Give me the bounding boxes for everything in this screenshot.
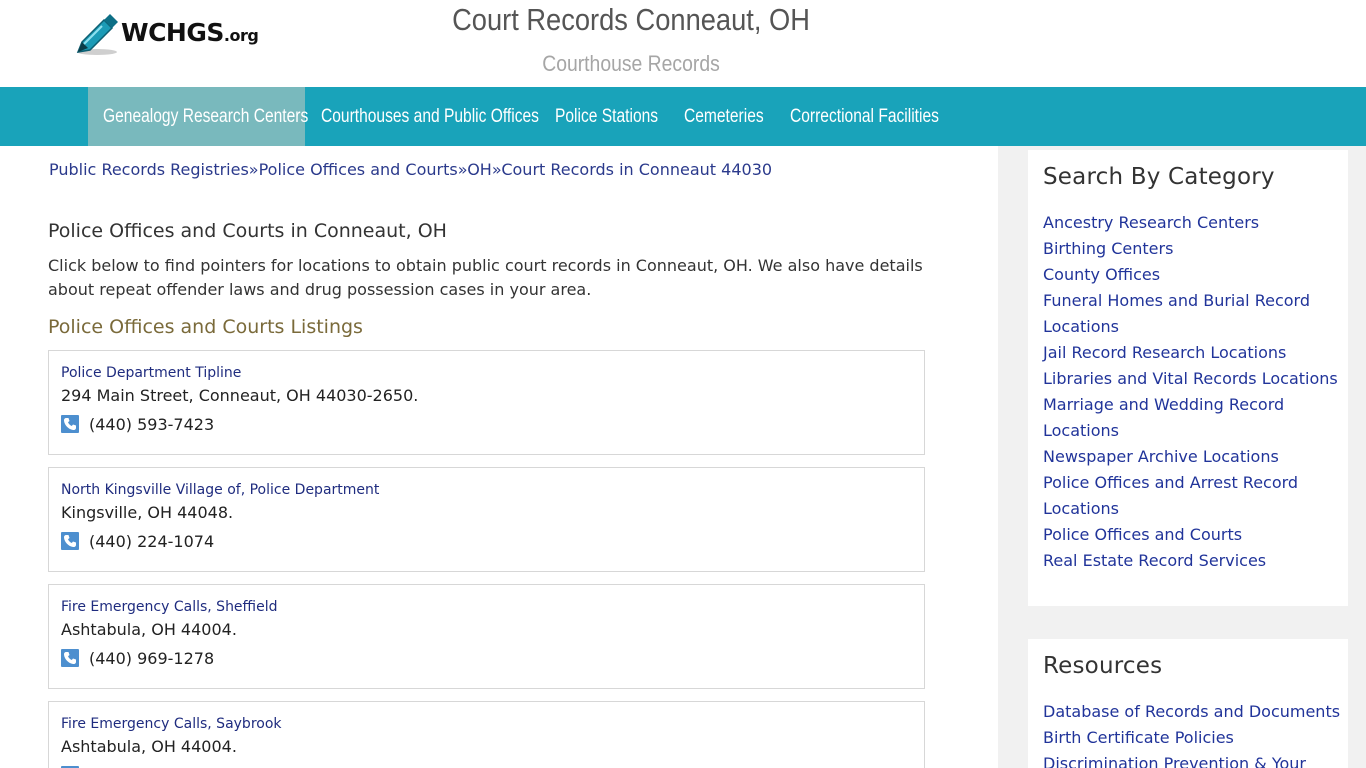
category-link-county-offices[interactable]: County Offices: [1043, 262, 1348, 288]
listing-name-link[interactable]: Fire Emergency Calls, Sheffield: [61, 599, 277, 615]
breadcrumb-separator: »: [248, 160, 259, 179]
breadcrumb: Public Records Registries»Police Offices…: [49, 160, 772, 179]
category-link-funeral-homes-cont[interactable]: Locations: [1043, 314, 1348, 340]
listing-phone[interactable]: (440) 593-7423: [89, 415, 214, 434]
listing-card: Fire Emergency Calls, Saybrook Ashtabula…: [48, 701, 925, 768]
site-header: WCHGS.org Court Records Conneaut, OH Cou…: [0, 0, 1366, 87]
intro-text: Click below to find pointers for locatio…: [48, 256, 923, 299]
nav-item-correctional-facilities[interactable]: Correctional Facilities: [790, 87, 972, 146]
listing-name-link[interactable]: North Kingsville Village of, Police Depa…: [61, 482, 379, 498]
category-link-funeral-homes[interactable]: Funeral Homes and Burial Record: [1043, 288, 1348, 314]
resources-widget-title: Resources: [1043, 653, 1163, 679]
listing-address: 294 Main Street, Conneaut, OH 44030-2650…: [61, 386, 419, 405]
main-nav: Genealogy Research Centers Courthouses a…: [0, 87, 1366, 146]
category-link-marriage-wedding-cont[interactable]: Locations: [1043, 418, 1348, 444]
phone-icon: [61, 532, 79, 550]
category-link-birthing-centers[interactable]: Birthing Centers: [1043, 236, 1348, 262]
nav-item-genealogy-research-centers[interactable]: Genealogy Research Centers: [88, 87, 308, 146]
breadcrumb-separator: »: [491, 160, 502, 179]
breadcrumb-police-offices-courts[interactable]: Police Offices and Courts: [259, 160, 458, 179]
listing-address: Ashtabula, OH 44004.: [61, 737, 237, 756]
listing-name-link[interactable]: Police Department Tipline: [61, 365, 241, 381]
phone-icon: [61, 649, 79, 667]
nav-item-cemeteries[interactable]: Cemeteries: [684, 87, 781, 146]
category-link-newspaper-archive[interactable]: Newspaper Archive Locations: [1043, 444, 1348, 470]
category-widget-title: Search By Category: [1043, 164, 1275, 190]
breadcrumb-oh[interactable]: OH: [467, 160, 492, 179]
resource-link-birth-certificate[interactable]: Birth Certificate Policies: [1043, 725, 1348, 751]
listings-heading: Police Offices and Courts Listings: [48, 316, 363, 338]
site-subtitle: Courthouse Records: [542, 51, 720, 76]
listing-address: Ashtabula, OH 44004.: [61, 620, 237, 639]
listing-phone[interactable]: (440) 969-1278: [89, 649, 214, 668]
resource-link-discrimination-prevention[interactable]: Discrimination Prevention & Your: [1043, 751, 1348, 768]
phone-icon: [61, 415, 79, 433]
breadcrumb-current-page[interactable]: Court Records in Conneaut 44030: [501, 160, 772, 179]
site-title: Court Records Conneaut, OH: [452, 2, 810, 37]
listing-card: North Kingsville Village of, Police Depa…: [48, 467, 925, 572]
resource-link-database-records[interactable]: Database of Records and Documents: [1043, 699, 1348, 725]
resources-widget: Resources Database of Records and Docume…: [1028, 639, 1348, 768]
category-link-real-estate-record[interactable]: Real Estate Record Services: [1043, 548, 1348, 574]
category-link-police-offices-courts[interactable]: Police Offices and Courts: [1043, 522, 1348, 548]
listing-card: Police Department Tipline 294 Main Stree…: [48, 350, 925, 455]
listing-card: Fire Emergency Calls, Sheffield Ashtabul…: [48, 584, 925, 689]
category-link-ancestry-research-centers[interactable]: Ancestry Research Centers: [1043, 210, 1348, 236]
nav-item-courthouses-public-offices[interactable]: Courthouses and Public Offices: [321, 87, 587, 146]
category-link-libraries-vital-records[interactable]: Libraries and Vital Records Locations: [1043, 366, 1348, 392]
category-widget: Search By Category Ancestry Research Cen…: [1028, 150, 1348, 606]
category-link-police-arrest-record-cont[interactable]: Locations: [1043, 496, 1348, 522]
nav-item-police-stations[interactable]: Police Stations: [555, 87, 681, 146]
breadcrumb-separator: »: [457, 160, 468, 179]
category-link-police-arrest-record[interactable]: Police Offices and Arrest Record: [1043, 470, 1348, 496]
breadcrumb-public-records-registries[interactable]: Public Records Registries: [49, 160, 249, 179]
page-heading: Police Offices and Courts in Conneaut, O…: [48, 220, 447, 242]
listing-phone[interactable]: (440) 224-1074: [89, 532, 214, 551]
listing-address: Kingsville, OH 44048.: [61, 503, 234, 522]
category-link-jail-record-research[interactable]: Jail Record Research Locations: [1043, 340, 1348, 366]
listing-name-link[interactable]: Fire Emergency Calls, Saybrook: [61, 716, 282, 732]
category-link-marriage-wedding[interactable]: Marriage and Wedding Record: [1043, 392, 1348, 418]
